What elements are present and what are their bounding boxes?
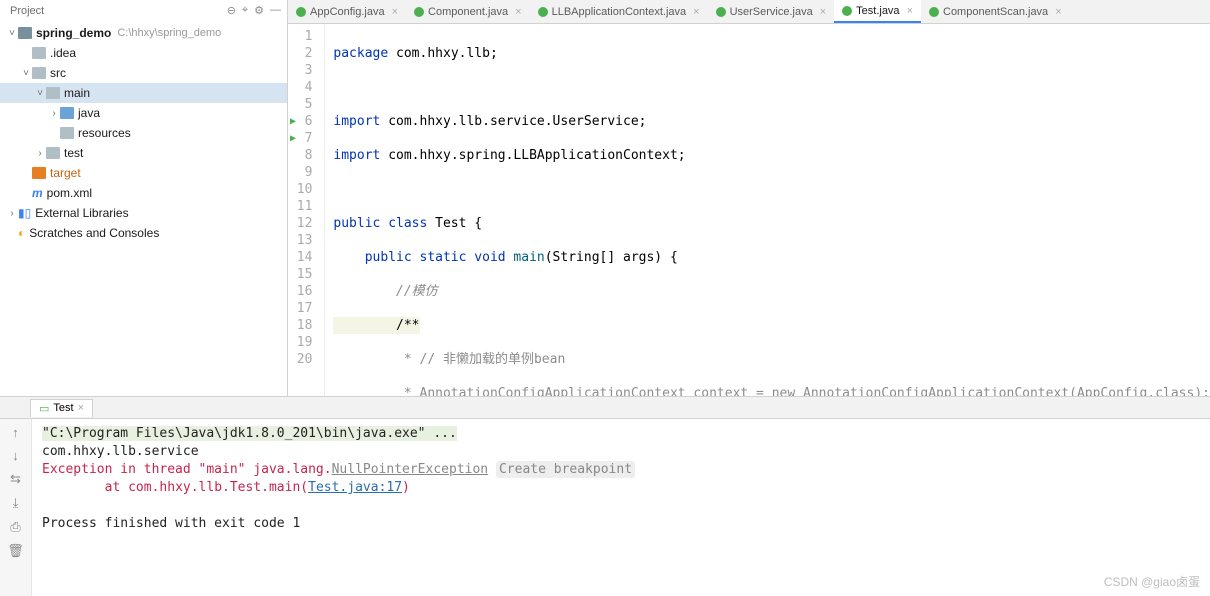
chevron-right-icon[interactable]: › [48,108,60,119]
chevron-right-icon[interactable]: › [6,208,18,219]
folder-icon [46,87,60,99]
java-class-icon [538,7,548,17]
run-console: ▭ Test × ↑ ↓ ⇆ ⤓ ⎙ 🗑 "C:\Program Files\J… [0,396,1210,596]
create-breakpoint-link[interactable]: Create breakpoint [496,461,635,478]
tab-test[interactable]: Test.java× [834,0,921,23]
tree-node-java[interactable]: ›java [0,103,287,123]
run-gutter-icon: 7 [288,130,318,147]
target-folder-icon [32,167,46,179]
folder-icon [46,147,60,159]
hide-icon[interactable]: — [270,4,281,17]
tree-node-pom[interactable]: mpom.xml [0,183,287,203]
up-stack-icon[interactable]: ↑ [12,425,19,440]
close-icon[interactable]: × [515,6,521,18]
scroll-end-icon[interactable]: ⤓ [13,495,19,511]
print-icon[interactable]: ⎙ [10,519,20,535]
tree-node-ext-libs[interactable]: ›▮▯External Libraries [0,203,287,223]
tab-component[interactable]: Component.java× [406,0,530,23]
java-class-icon [414,7,424,17]
close-icon[interactable]: × [907,5,913,17]
tab-userservice[interactable]: UserService.java× [708,0,835,23]
close-icon[interactable]: × [78,402,84,414]
code-content[interactable]: package package com.hhxy.llb;com.hhxy.ll… [325,24,1210,396]
code-editor[interactable]: 12345 6 7 891011121314151617181920 packa… [288,24,1210,396]
select-opened-icon[interactable]: ⌖ [242,4,248,17]
console-output[interactable]: "C:\Program Files\Java\jdk1.8.0_201\bin\… [32,419,1210,596]
trash-icon[interactable]: 🗑 [7,543,24,559]
resources-folder-icon [60,127,74,139]
console-tab-test[interactable]: ▭ Test × [30,399,93,417]
editor-area: AppConfig.java× Component.java× LLBAppli… [288,0,1210,396]
folder-icon [32,67,46,79]
close-icon[interactable]: × [693,6,699,18]
project-icon [18,27,32,39]
exception-class-link[interactable]: NullPointerException [332,462,489,477]
tree-node-main[interactable]: ˅main [0,83,287,103]
soft-wrap-icon[interactable]: ⇆ [10,471,21,487]
run-icon: ▭ [39,402,49,415]
java-class-icon [929,7,939,17]
folder-icon [32,47,46,59]
tree-node-scratches[interactable]: ◐Scratches and Consoles [0,223,287,243]
tree-node-test[interactable]: ›test [0,143,287,163]
tree-node-idea[interactable]: .idea [0,43,287,63]
close-icon[interactable]: × [1055,6,1061,18]
console-line: com.hhxy.llb.service [42,444,199,459]
tree-node-project[interactable]: ˅ spring_demo C:\hhxy\spring_demo [0,23,287,43]
java-class-icon [296,7,306,17]
gear-icon[interactable]: ⚙ [254,4,264,17]
close-icon[interactable]: × [820,6,826,18]
source-folder-icon [60,107,74,119]
chevron-down-icon[interactable]: ˅ [20,68,32,79]
project-sidebar: Project ⊖ ⌖ ⚙ — ˅ spring_demo C:\hhxy\sp… [0,0,288,396]
scratches-icon: ◐ [18,226,25,240]
tree-node-target[interactable]: target [0,163,287,183]
tab-appconfig[interactable]: AppConfig.java× [288,0,406,23]
run-gutter-icon: 6 [288,113,318,130]
sidebar-title: Project [10,5,44,17]
java-class-icon [716,7,726,17]
close-icon[interactable]: × [392,6,398,18]
tab-componentscan[interactable]: ComponentScan.java× [921,0,1070,23]
console-exception: Exception in thread "main" java.lang. [42,462,332,477]
collapse-icon[interactable]: ⊖ [227,4,236,17]
line-gutter: 12345 6 7 891011121314151617181920 [288,24,325,396]
chevron-right-icon[interactable]: › [34,148,46,159]
down-stack-icon[interactable]: ↓ [12,448,19,463]
sidebar-header: Project ⊖ ⌖ ⚙ — [0,0,287,21]
tree-node-resources[interactable]: resources [0,123,287,143]
chevron-down-icon[interactable]: ˅ [34,88,46,99]
library-icon: ▮▯ [18,206,31,220]
console-toolbar: ↑ ↓ ⇆ ⤓ ⎙ 🗑 [0,419,32,596]
console-command: "C:\Program Files\Java\jdk1.8.0_201\bin\… [42,426,457,441]
maven-icon: m [32,186,43,200]
java-class-icon [842,6,852,16]
project-tree: ˅ spring_demo C:\hhxy\spring_demo .idea … [0,21,287,245]
editor-tabs: AppConfig.java× Component.java× LLBAppli… [288,0,1210,24]
console-tabbar: ▭ Test × [0,397,1210,419]
tab-llbappctx[interactable]: LLBApplicationContext.java× [530,0,708,23]
console-exit: Process finished with exit code 1 [42,516,300,531]
chevron-down-icon[interactable]: ˅ [6,28,18,39]
tree-node-src[interactable]: ˅src [0,63,287,83]
stacktrace-link[interactable]: Test.java:17 [308,480,402,495]
